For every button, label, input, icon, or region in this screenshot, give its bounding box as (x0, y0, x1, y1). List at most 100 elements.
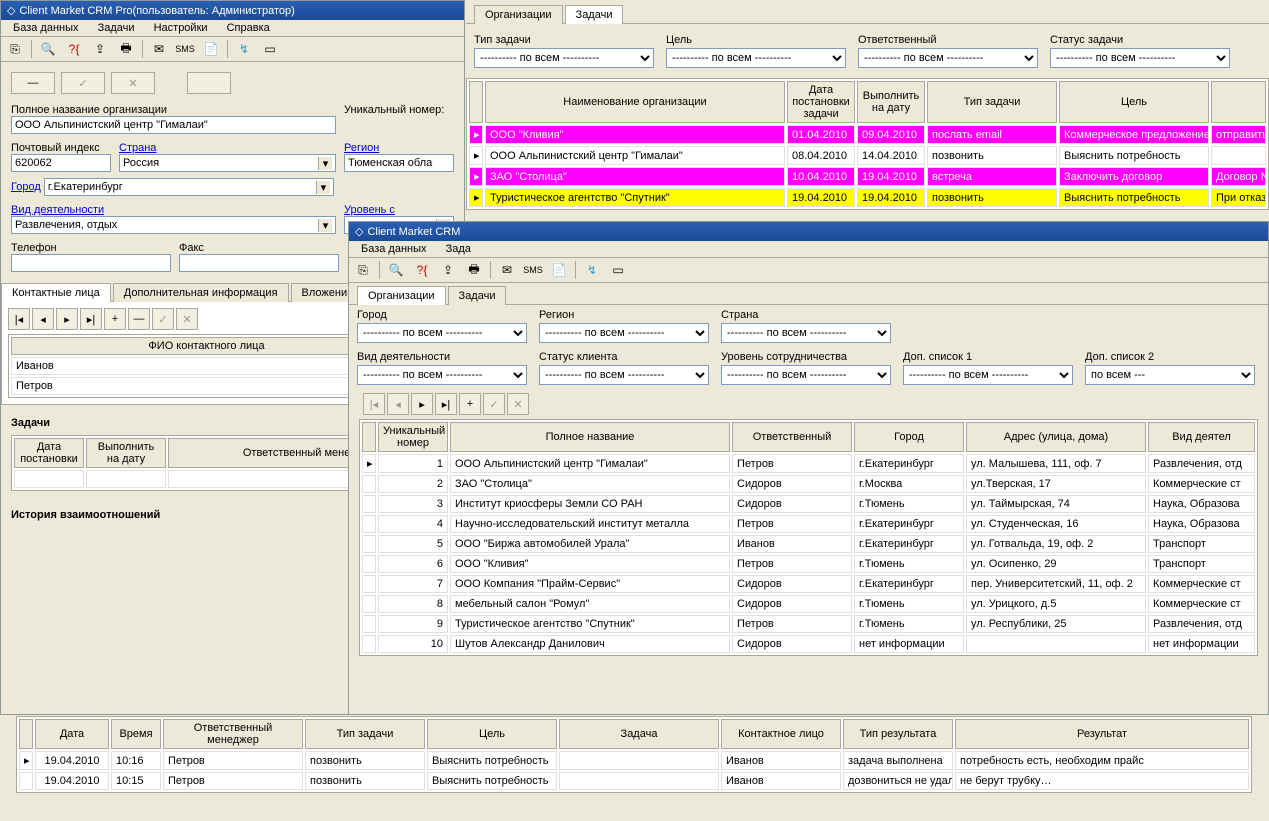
nav-first[interactable]: |◂ (8, 308, 30, 330)
col-hmgr[interactable]: Ответственный менеджер (163, 719, 303, 749)
sel-Регион[interactable]: ---------- по всем ---------- (539, 323, 709, 343)
table-row[interactable]: 5ООО "Биржа автомобилей Урала"Ивановг.Ек… (362, 535, 1255, 553)
link-activity[interactable]: Вид деятельности (11, 204, 104, 216)
link-country[interactable]: Страна (119, 142, 156, 154)
btn-minus[interactable]: — (11, 72, 55, 94)
tb-brush-icon[interactable]: ↯ (234, 39, 254, 59)
col-taskdate1[interactable]: Дата постановки (14, 438, 84, 468)
menu-db[interactable]: База данных (5, 20, 87, 36)
inp-region[interactable] (344, 154, 454, 172)
tb-export-icon[interactable]: ⇪ (90, 39, 110, 59)
tb2-sms-icon[interactable]: SMS (523, 260, 543, 280)
table-row[interactable]: 8мебельный салон "Ромул"Сидоровг.Тюменьу… (362, 595, 1255, 613)
nav2-first[interactable]: |◂ (363, 393, 385, 415)
link-region[interactable]: Регион (344, 142, 379, 154)
menu-tasks[interactable]: Задачи (90, 20, 143, 36)
col2-name[interactable]: Полное название (450, 422, 730, 452)
table-row[interactable]: ▸ООО Альпинистский центр "Гималаи"08.04.… (469, 146, 1266, 165)
tb2-card-icon[interactable]: ▭ (608, 260, 628, 280)
tb2-print-icon[interactable]: 🖶 (464, 260, 484, 280)
inp-phone[interactable] (11, 254, 171, 272)
nav-prev[interactable]: ◂ (32, 308, 54, 330)
tab-extra[interactable]: Дополнительная информация (113, 283, 289, 302)
tb-mail-icon[interactable]: ✉ (149, 39, 169, 59)
sel-tasktype[interactable]: ---------- по всем ---------- (474, 48, 654, 68)
btn-x[interactable]: ✕ (111, 72, 155, 94)
nav2-ok[interactable]: ✓ (483, 393, 505, 415)
nav-cancel[interactable]: ✕ (176, 308, 198, 330)
sel-Вид деятельности[interactable]: ---------- по всем ---------- (357, 365, 527, 385)
table-row[interactable]: 2ЗАО "Столица"Сидоровг.Москваул.Тверская… (362, 475, 1255, 493)
sel-Уровень сотрудничества[interactable]: ---------- по всем ---------- (721, 365, 891, 385)
tb2-brush-icon[interactable]: ↯ (582, 260, 602, 280)
col2-addr[interactable]: Адрес (улица, дома) (966, 422, 1146, 452)
menu2-tasks[interactable]: Зада (438, 241, 479, 257)
col-date1[interactable]: Дата постановки задачи (787, 81, 855, 123)
table-row[interactable]: 7ООО Компания "Прайм-Сервис"Сидоровг.Ека… (362, 575, 1255, 593)
sel-Город[interactable]: ---------- по всем ---------- (357, 323, 527, 343)
col-goal[interactable]: Цель (1059, 81, 1209, 123)
sel-activity[interactable]: Развлечения, отдых▾ (11, 216, 336, 234)
nav2-next[interactable]: ▸ (411, 393, 433, 415)
sel-resp[interactable]: ---------- по всем ---------- (858, 48, 1038, 68)
btn-check[interactable]: ✓ (61, 72, 105, 94)
table-row[interactable]: 19.04.201010:15ПетровпозвонитьВыяснить п… (19, 772, 1249, 790)
table-row[interactable]: 6ООО "Кливия"Петровг.Тюменьул. Осипенко,… (362, 555, 1255, 573)
nav-last[interactable]: ▸| (80, 308, 102, 330)
col-htype[interactable]: Тип задачи (305, 719, 425, 749)
btn-yellow-icon[interactable] (187, 72, 231, 94)
col2-resp[interactable]: Ответственный (732, 422, 852, 452)
col-type[interactable]: Тип задачи (927, 81, 1057, 123)
tb-doc-icon[interactable]: 📄 (201, 39, 221, 59)
col2-act[interactable]: Вид деятел (1148, 422, 1255, 452)
table-row[interactable]: ▸Туристическое агентство "Спутник"19.04.… (469, 188, 1266, 207)
link-city[interactable]: Город (11, 181, 41, 193)
sel-goal[interactable]: ---------- по всем ---------- (666, 48, 846, 68)
tb-print-icon[interactable]: 🖶 (116, 39, 136, 59)
nav-ok[interactable]: ✓ (152, 308, 174, 330)
col-taskdate2[interactable]: Выполнить на дату (86, 438, 166, 468)
tb2-search-icon[interactable]: 🔍 (386, 260, 406, 280)
tb2-filter-icon[interactable]: ?{ (412, 260, 432, 280)
nav2-cancel[interactable]: ✕ (507, 393, 529, 415)
col-hgoal[interactable]: Цель (427, 719, 557, 749)
tb2-doc-icon[interactable]: 📄 (549, 260, 569, 280)
sel-city[interactable]: г.Екатеринбург▾ (44, 178, 334, 196)
inp-orgname[interactable] (11, 116, 336, 134)
col2-city[interactable]: Город (854, 422, 964, 452)
tb2-export-icon[interactable]: ⇪ (438, 260, 458, 280)
table-row[interactable]: ▸ЗАО "Столица"10.04.201019.04.2010встреч… (469, 167, 1266, 186)
table-row[interactable]: 3Институт криосферы Земли СО РАНСидоровг… (362, 495, 1255, 513)
col-hrestype[interactable]: Тип результата (843, 719, 953, 749)
sel-Доп. список 1[interactable]: ---------- по всем ---------- (903, 365, 1073, 385)
tb-card-icon[interactable]: ▭ (260, 39, 280, 59)
sel-country[interactable]: Россия▾ (119, 154, 336, 172)
nav-add[interactable]: + (104, 308, 126, 330)
col-hdate[interactable]: Дата (35, 719, 109, 749)
nav2-add[interactable]: + (459, 393, 481, 415)
table-row[interactable]: 4Научно-исследовательский институт метал… (362, 515, 1255, 533)
inp-fax[interactable] (179, 254, 339, 272)
col-fio[interactable]: ФИО контактного лица (11, 337, 402, 355)
tb-copy-icon[interactable]: ⎘ (5, 39, 25, 59)
sel-Доп. список 2[interactable]: по всем --- (1085, 365, 1255, 385)
table-row[interactable]: 9Туристическое агентство "Спутник"Петров… (362, 615, 1255, 633)
menu-settings[interactable]: Настройки (146, 20, 216, 36)
col-htime[interactable]: Время (111, 719, 161, 749)
tab-tasks[interactable]: Задачи (565, 5, 624, 24)
table-row[interactable]: ▸ООО "Кливия"01.04.201009.04.2010послать… (469, 125, 1266, 144)
menu2-db[interactable]: База данных (353, 241, 435, 257)
col-hresult[interactable]: Результат (955, 719, 1249, 749)
col-extra[interactable] (1211, 81, 1266, 123)
menu-help[interactable]: Справка (219, 20, 278, 36)
sel-status[interactable]: ---------- по всем ---------- (1050, 48, 1230, 68)
nav2-last[interactable]: ▸| (435, 393, 457, 415)
sel-Статус клиента[interactable]: ---------- по всем ---------- (539, 365, 709, 385)
col-hcontact[interactable]: Контактное лицо (721, 719, 841, 749)
table-row[interactable]: 10Шутов Александр ДаниловичСидоровнет ин… (362, 635, 1255, 653)
tb2-mail-icon[interactable]: ✉ (497, 260, 517, 280)
sel-Страна[interactable]: ---------- по всем ---------- (721, 323, 891, 343)
tab-contacts[interactable]: Контактные лица (1, 283, 111, 302)
link-level[interactable]: Уровень с (344, 204, 395, 216)
col-htask[interactable]: Задача (559, 719, 719, 749)
